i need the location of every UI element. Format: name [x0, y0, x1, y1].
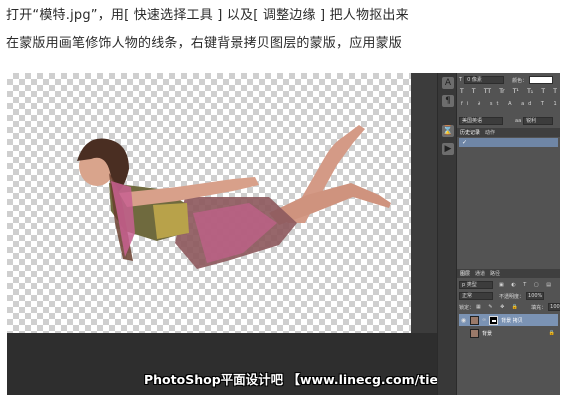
character-size-row: T 0 像素 颜色： — [459, 76, 554, 84]
right-panels: T 0 像素 颜色： T T TT Tr T¹ T₁ T T fi ∂ st A… — [457, 73, 560, 395]
language-select[interactable]: 美国英语 — [459, 117, 503, 125]
format-allcaps[interactable]: TT — [484, 88, 491, 95]
fill-label: 填充： — [531, 304, 547, 311]
filter-icons: ▣ ◐ T ▢ ▤ — [499, 282, 554, 288]
instruction-line-1: 打开“模特.jpg”，用[ 快速选择工具 ] 以及[ 调整边缘 ] 把人物抠出来 — [6, 8, 409, 23]
format-underline[interactable]: T — [541, 88, 545, 95]
history-tabbar: 历史记录 动作 — [457, 128, 560, 137]
blend-opacity-row: 正常 不透明度： 100% — [459, 292, 545, 300]
opentype-icons: fi ∂ st A ad T 1st ½ — [461, 101, 560, 107]
text-color-swatch[interactable] — [529, 76, 554, 84]
layer-kind-filter[interactable]: p 类型 — [459, 281, 493, 289]
lock-icons[interactable]: ▦ ✎ ✥ 🔒 — [476, 304, 521, 310]
paragraph-panel-icon[interactable]: ¶ — [442, 95, 454, 107]
format-strikethrough[interactable]: T — [553, 88, 557, 95]
canvas-pasteboard — [411, 73, 437, 333]
format-italic[interactable]: T — [472, 88, 476, 95]
opacity-label: 不透明度： — [499, 293, 525, 300]
history-panel-icon[interactable]: ⌛ — [442, 125, 454, 137]
eye-icon[interactable]: ◉ — [460, 317, 467, 324]
format-superscript[interactable]: T¹ — [513, 88, 519, 95]
format-smallcaps[interactable]: Tr — [499, 88, 504, 95]
link-icon: ∞ — [482, 317, 487, 323]
ligature-row: fi ∂ st A ad T 1st ½ — [461, 100, 560, 108]
blend-mode-select[interactable]: 正常 — [459, 292, 493, 300]
format-bold[interactable]: T — [460, 88, 464, 95]
tab-paths[interactable]: 路径 — [490, 270, 500, 277]
font-size-field[interactable]: 0 像素 — [464, 76, 505, 84]
model-cutout-image — [77, 125, 391, 269]
lock-fill-row: 锁定： ▦ ✎ ✥ 🔒 填充： 100% — [459, 303, 560, 311]
panel-icon-strip: A ¶ ⌛ ▶ — [437, 73, 457, 395]
layer-thumbnail — [470, 315, 479, 325]
layer-thumbnail — [470, 328, 479, 338]
layer-name: 背景 — [482, 330, 493, 337]
language-row: 美国英语 aa 锐利 — [459, 117, 554, 125]
photoshop-window: PhotoShop平面设计吧 【www.linecg.com/tieba/178… — [7, 73, 560, 395]
tab-history[interactable]: 历史记录 — [460, 129, 480, 136]
layers-tabbar: 图层 通道 路径 — [457, 269, 560, 278]
document-canvas[interactable] — [7, 73, 411, 333]
layer-row-background-copy[interactable]: ◉ ∞ 背景 拷贝 — [459, 314, 558, 326]
antialias-select[interactable]: 锐利 — [523, 117, 554, 125]
actions-panel-icon[interactable]: ▶ — [442, 143, 454, 155]
tab-layers[interactable]: 图层 — [460, 270, 470, 277]
text-format-buttons: T T TT Tr T¹ T₁ T T — [460, 88, 557, 95]
history-state-item[interactable]: ✓ — [459, 138, 558, 147]
tab-actions[interactable]: 动作 — [485, 129, 495, 136]
fill-field[interactable]: 100% — [548, 303, 560, 311]
color-label: 颜色： — [512, 77, 528, 84]
layer-mask-thumbnail[interactable] — [489, 315, 499, 325]
format-subscript[interactable]: T₁ — [527, 88, 533, 95]
layer-name: 背景 拷贝 — [501, 317, 523, 324]
tab-channels[interactable]: 通道 — [475, 270, 485, 277]
character-panel-icon[interactable]: A — [442, 77, 454, 89]
eye-icon[interactable] — [460, 330, 467, 337]
layer-filter-row: p 类型 ▣ ◐ T ▢ ▤ — [459, 281, 554, 289]
antialias-label: aa — [515, 118, 522, 124]
lock-icon: 🔒 — [548, 330, 555, 336]
layer-row-background[interactable]: 背景 🔒 — [459, 327, 558, 339]
opacity-field[interactable]: 100% — [526, 292, 545, 300]
instruction-line-2: 在蒙版用画笔修饰人物的线条，右键背景拷贝图层的蒙版，应用蒙版 — [6, 36, 403, 51]
lock-label: 锁定： — [459, 304, 475, 311]
size-icon: T — [459, 77, 463, 83]
